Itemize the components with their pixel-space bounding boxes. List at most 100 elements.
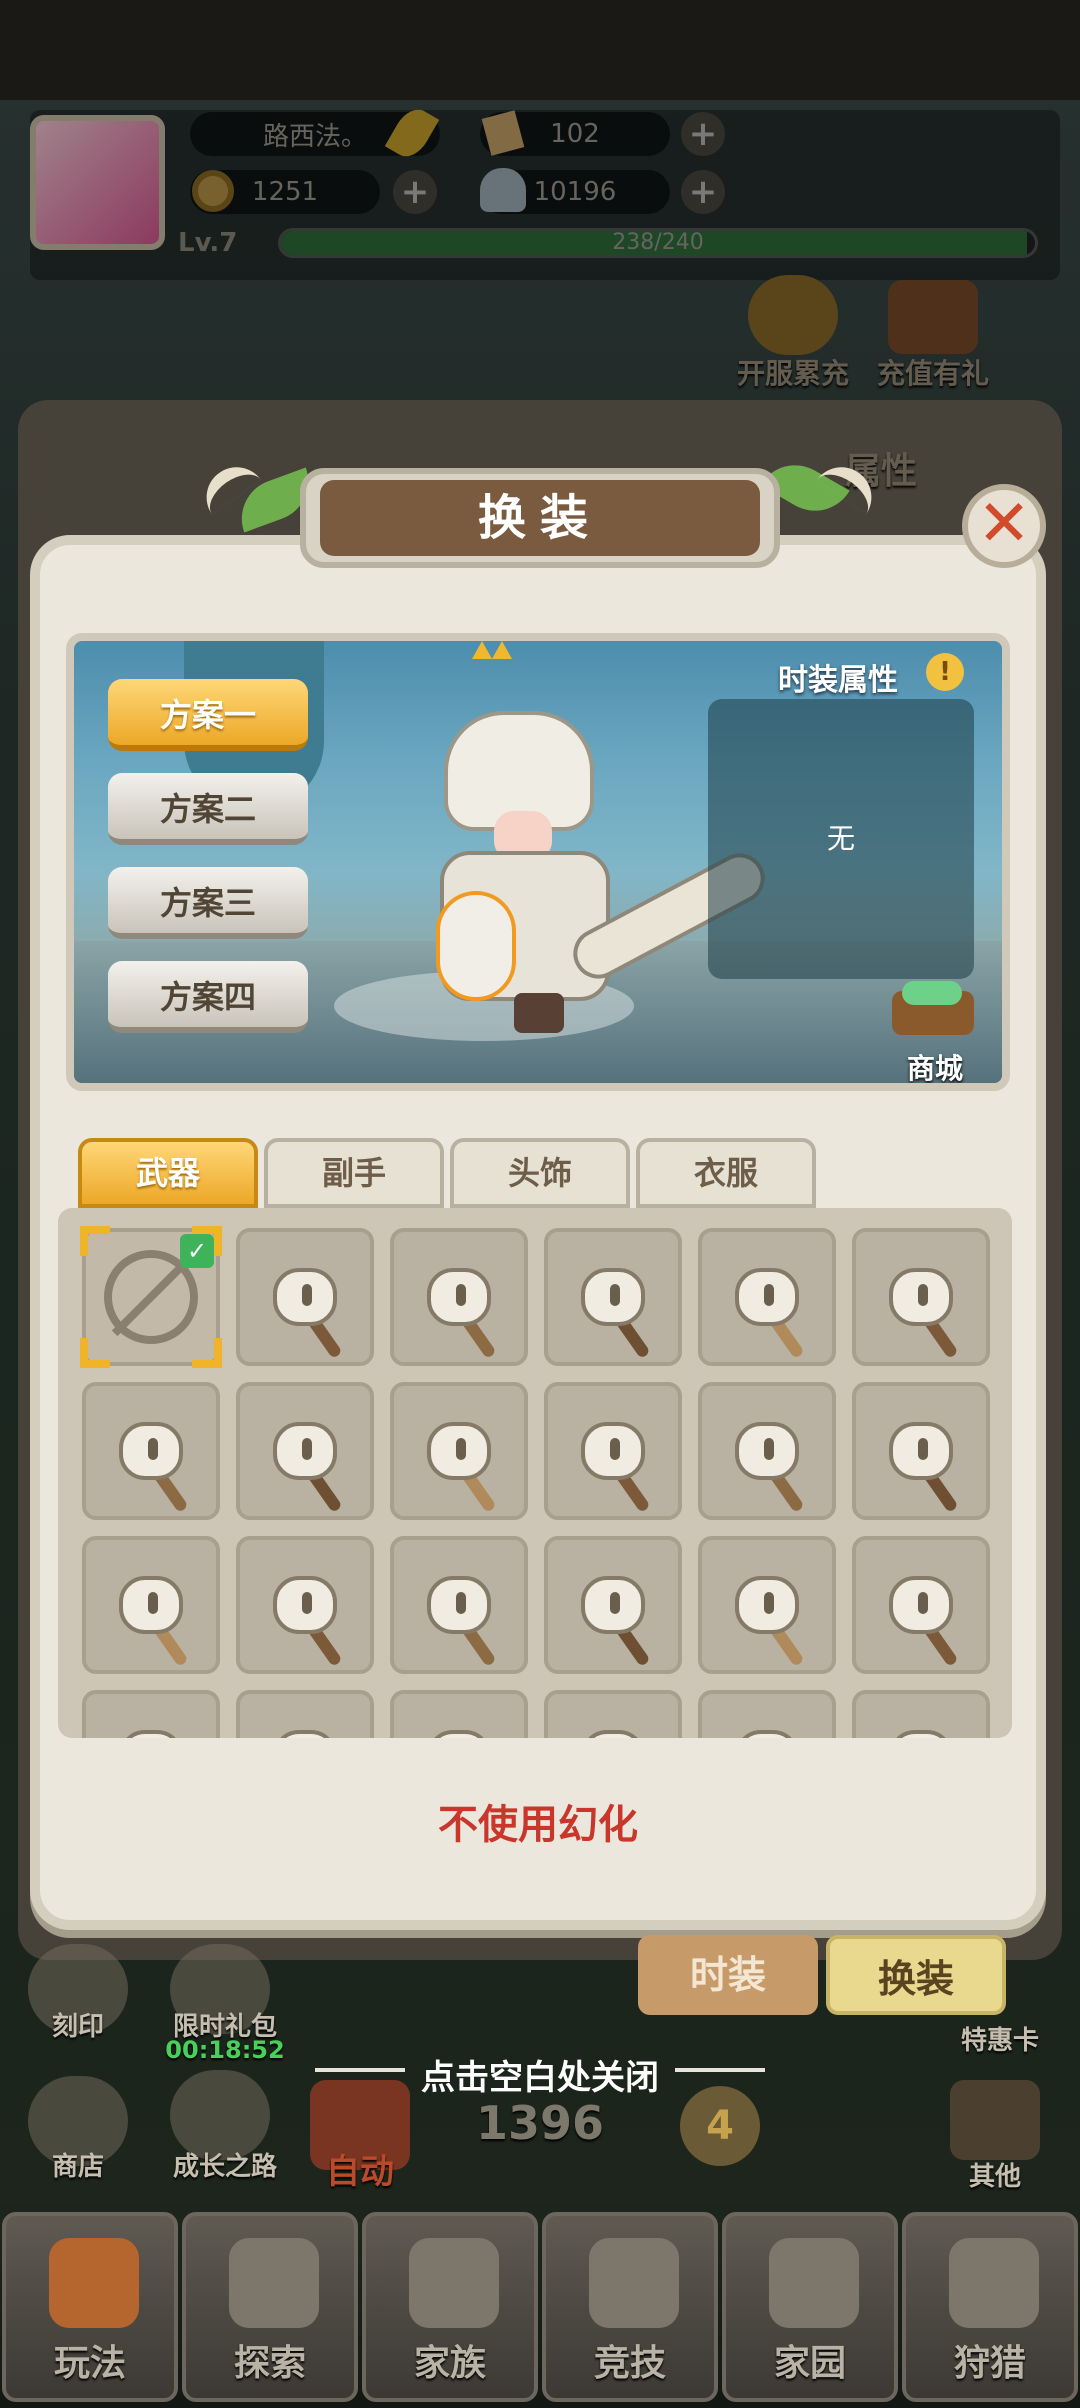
nav-home-label: 家园 (773, 2343, 846, 2384)
tab-weapon[interactable]: 武器 (78, 1138, 258, 1208)
keyhole (764, 1592, 774, 1614)
locked-weapon-slot[interactable] (698, 1382, 836, 1520)
keyhole (302, 1438, 312, 1460)
tab-clothes[interactable]: 衣服 (636, 1138, 816, 1208)
scheme-1-button[interactable]: 方案一 (108, 679, 308, 751)
combat-power: 1396 (475, 2096, 605, 2150)
lock-icon (427, 1730, 491, 1738)
locked-weapon-slot[interactable] (236, 1228, 374, 1366)
lock-icon (273, 1730, 337, 1738)
shop-side-label: 商店 (51, 2152, 104, 2182)
close-icon[interactable]: ✕ (962, 484, 1046, 568)
totem-icon (49, 2238, 139, 2328)
scheme-4-button[interactable]: 方案四 (108, 961, 308, 1033)
scheme-3-button[interactable]: 方案三 (108, 867, 308, 939)
locked-weapon-slot[interactable] (390, 1382, 528, 1520)
locked-weapon-slot[interactable] (236, 1382, 374, 1520)
keyhole (148, 1592, 158, 1614)
lock-icon (119, 1730, 183, 1738)
locked-weapon-slot[interactable] (236, 1690, 374, 1738)
keyhole (918, 1438, 928, 1460)
home-icon (769, 2238, 859, 2328)
locked-weapon-slot[interactable] (544, 1382, 682, 1520)
shop-label[interactable]: 商城 (880, 1047, 990, 1083)
nav-hunt-label: 狩猎 (953, 2343, 1026, 2384)
engrave-label: 刻印 (51, 2012, 104, 2042)
cart-gems (902, 981, 962, 1005)
locked-weapon-slot[interactable] (82, 1382, 220, 1520)
keyhole (456, 1284, 466, 1306)
gift-timer: 00:18:52 (165, 2036, 285, 2064)
explore-icon (229, 2238, 319, 2328)
auto-label[interactable]: 自动 (305, 2144, 415, 2193)
no-skin-slot[interactable]: ✓ (80, 1226, 222, 1368)
locked-weapon-slot[interactable] (236, 1536, 374, 1674)
keyhole (918, 1592, 928, 1614)
game-screen: 路西法。 102 + 1251 + 10196 + Lv.7 238/240 开… (0, 0, 1080, 2408)
tab-headwear[interactable]: 头饰 (450, 1138, 630, 1208)
nav-arena[interactable]: 竞技 (542, 2212, 718, 2402)
dialog-title: 换装 (320, 480, 760, 556)
locked-weapon-slot[interactable] (390, 1536, 528, 1674)
keyhole (456, 1592, 466, 1614)
fashion-attr-value: 无 (826, 822, 855, 855)
nav-home[interactable]: 家园 (722, 2212, 898, 2402)
locked-weapon-slot[interactable] (698, 1536, 836, 1674)
clan-shield-icon (409, 2238, 499, 2328)
weapon-grid: ✓ (58, 1208, 1012, 1738)
keyhole (456, 1438, 466, 1460)
locked-weapon-slot[interactable] (852, 1382, 990, 1520)
keyhole (148, 1438, 158, 1460)
select-corner (192, 1338, 222, 1368)
nav-explore[interactable]: 探索 (182, 2212, 358, 2402)
beast-icon (949, 2238, 1039, 2328)
change-outfit-tab-button[interactable]: 换装 (826, 1935, 1006, 2015)
keyhole (610, 1284, 620, 1306)
locked-weapon-slot[interactable] (698, 1228, 836, 1366)
keyhole (764, 1284, 774, 1306)
close-hint: 点击空白处关闭 (421, 2058, 659, 2098)
nav-play[interactable]: 玩法 (2, 2212, 178, 2402)
locked-weapon-slot[interactable] (82, 1536, 220, 1674)
other-scroll-icon[interactable] (950, 2080, 1040, 2160)
status-bar (0, 0, 1080, 100)
keyhole (918, 1284, 928, 1306)
info-icon[interactable]: ! (926, 653, 964, 691)
locked-weapon-slot[interactable] (852, 1536, 990, 1674)
no-transform-label[interactable]: 不使用幻化 (408, 1792, 668, 1850)
nav-clan[interactable]: 家族 (362, 2212, 538, 2402)
shield-icon (436, 891, 516, 1001)
stage-badge[interactable]: 4 (680, 2086, 760, 2166)
keyhole (764, 1438, 774, 1460)
locked-weapon-slot[interactable] (390, 1228, 528, 1366)
keyhole (610, 1438, 620, 1460)
locked-weapon-slot[interactable] (390, 1690, 528, 1738)
nav-play-label: 玩法 (53, 2343, 126, 2384)
locked-weapon-slot[interactable] (852, 1228, 990, 1366)
nav-clan-label: 家族 (413, 2343, 486, 2384)
character-boots (514, 993, 564, 1033)
special-card-label[interactable]: 特惠卡 (940, 2020, 1060, 2057)
keyhole (302, 1284, 312, 1306)
locked-weapon-slot[interactable] (544, 1690, 682, 1738)
lock-icon (581, 1730, 645, 1738)
select-corner (80, 1338, 110, 1368)
select-corner (80, 1226, 110, 1256)
locked-weapon-slot[interactable] (544, 1536, 682, 1674)
nav-explore-label: 探索 (233, 2343, 306, 2384)
other-label: 其他 (968, 2162, 1021, 2192)
nav-hunt[interactable]: 狩猎 (902, 2212, 1078, 2402)
lock-icon (735, 1730, 799, 1738)
locked-weapon-slot[interactable] (852, 1690, 990, 1738)
fashion-tab-button[interactable]: 时装 (638, 1935, 818, 2015)
locked-weapon-slot[interactable] (82, 1690, 220, 1738)
nav-arena-label: 竞技 (593, 2343, 666, 2384)
locked-weapon-slot[interactable] (698, 1690, 836, 1738)
growth-path-label: 成长之路 (172, 2152, 277, 2182)
check-icon: ✓ (180, 1234, 214, 1268)
scheme-2-button[interactable]: 方案二 (108, 773, 308, 845)
character-preview: 方案一 方案二 方案三 方案四 时装属性 ! 无 商城 (66, 633, 1010, 1091)
tab-offhand[interactable]: 副手 (264, 1138, 444, 1208)
helmet-spikes-icon (472, 641, 512, 659)
locked-weapon-slot[interactable] (544, 1228, 682, 1366)
